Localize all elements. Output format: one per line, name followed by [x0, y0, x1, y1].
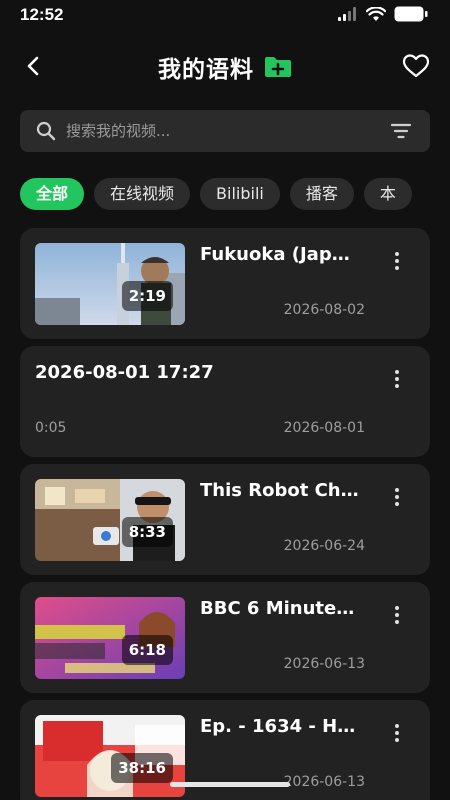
duration-badge: 2:19	[121, 281, 173, 311]
video-card[interactable]: 6:18 BBC 6 Minute E... 2026-06-13	[20, 582, 430, 693]
battery-icon	[394, 6, 428, 22]
wifi-icon	[366, 6, 386, 21]
video-thumbnail: 38:16	[35, 715, 185, 797]
chip-online-video[interactable]: 在线视频	[94, 178, 191, 210]
recording-date: 2026-08-01	[283, 420, 365, 436]
home-indicator	[170, 782, 290, 787]
more-vert-icon	[395, 252, 399, 256]
search-icon	[36, 121, 56, 141]
category-chips: 全部 在线视频 Bilibili 播客本	[20, 178, 450, 212]
status-time: 12:52	[20, 5, 64, 24]
search-bar	[20, 110, 430, 152]
video-thumbnail: 2:19	[35, 243, 185, 325]
signal-icon	[338, 7, 356, 21]
video-title: Ep. - 1634 - HA...	[200, 716, 360, 737]
title-wrap: 我的语料	[0, 50, 450, 84]
filter-icon[interactable]	[390, 123, 412, 139]
more-options-button[interactable]	[388, 722, 406, 744]
heart-icon	[402, 54, 430, 78]
more-options-button[interactable]	[388, 486, 406, 508]
more-options-button[interactable]	[388, 250, 406, 272]
chip-bilibili[interactable]: Bilibili	[200, 178, 280, 210]
duration-badge: 38:16	[111, 753, 173, 783]
more-vert-icon	[395, 724, 399, 728]
duration-badge: 6:18	[121, 635, 173, 665]
more-options-button[interactable]	[388, 604, 406, 626]
more-vert-icon	[395, 488, 399, 492]
chip-local[interactable]: 本	[363, 178, 412, 210]
status-bar: 12:52	[0, 0, 450, 32]
recording-card[interactable]: 2026-08-01 17:27 0:05 2026-08-01	[20, 346, 430, 457]
favorites-button[interactable]	[400, 50, 432, 82]
status-icons	[338, 6, 428, 22]
video-title: BBC 6 Minute E...	[200, 598, 360, 619]
video-title: This Robot Cha...	[200, 480, 360, 501]
search-input[interactable]	[66, 110, 376, 152]
page-title: 我的语料	[158, 57, 254, 83]
video-date: 2026-08-02	[283, 302, 365, 318]
video-thumbnail: 8:33	[35, 479, 185, 561]
recording-title: 2026-08-01 17:27	[35, 362, 214, 383]
video-card[interactable]: 2:19 Fukuoka (Japo... 2026-08-02	[20, 228, 430, 339]
video-list: 2:19 Fukuoka (Japo... 2026-08-02 2026-08…	[20, 228, 430, 800]
chip-all[interactable]: 全部	[20, 178, 85, 210]
header: 我的语料	[0, 42, 450, 92]
video-card[interactable]: 8:33 This Robot Cha... 2026-06-24	[20, 464, 430, 575]
video-title: Fukuoka (Japo...	[200, 244, 360, 265]
more-vert-icon	[395, 606, 399, 610]
chip-podcast[interactable]: 播客	[289, 178, 354, 210]
video-date: 2026-06-13	[283, 656, 365, 672]
add-folder-button[interactable]	[264, 55, 292, 79]
duration-badge: 8:33	[121, 517, 173, 547]
recording-length: 0:05	[35, 420, 67, 436]
folder-add-icon	[265, 57, 291, 77]
video-date: 2026-06-24	[283, 538, 365, 554]
more-vert-icon	[395, 370, 399, 374]
more-options-button[interactable]	[388, 368, 406, 390]
video-thumbnail: 6:18	[35, 597, 185, 679]
video-date: 2026-06-13	[283, 774, 365, 790]
